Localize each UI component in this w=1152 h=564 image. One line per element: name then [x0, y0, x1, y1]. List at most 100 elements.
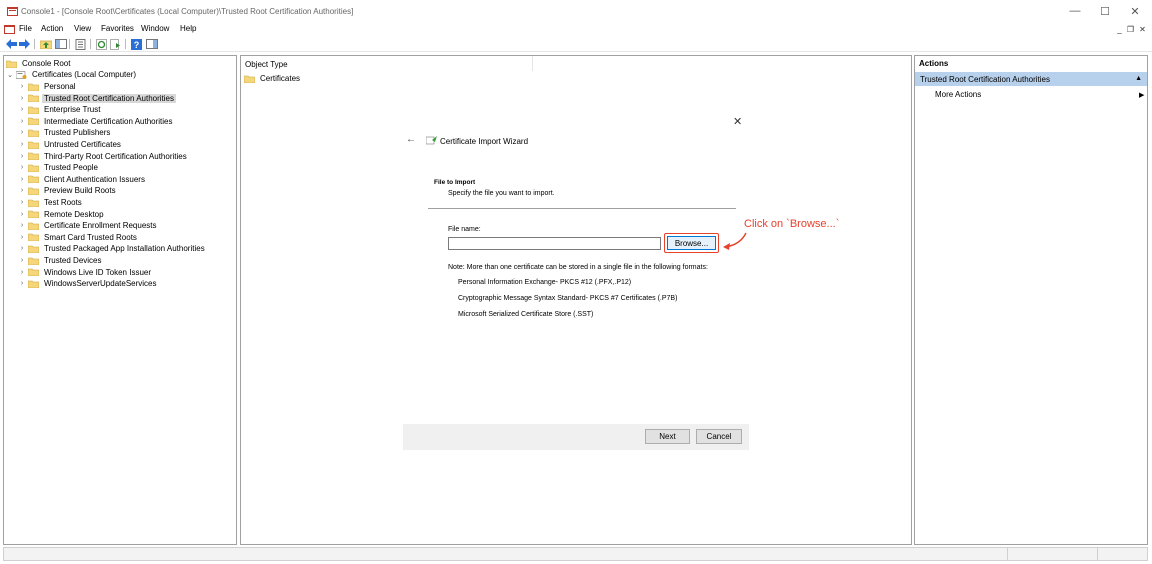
- menu-view[interactable]: View: [74, 24, 91, 33]
- properties-icon[interactable]: [74, 38, 87, 50]
- toolbar: ?: [0, 36, 1152, 52]
- chevron-right-icon[interactable]: ›: [18, 106, 26, 113]
- folder-icon: [28, 175, 39, 184]
- tree-item-smart-card-trusted-roots[interactable]: › Smart Card Trusted Roots: [18, 232, 139, 243]
- folder-icon: [28, 268, 39, 277]
- menu-window[interactable]: Window: [141, 24, 169, 33]
- chevron-right-icon[interactable]: ›: [18, 153, 26, 160]
- chevron-right-icon[interactable]: ›: [18, 280, 26, 287]
- toolbar-separator: [69, 39, 70, 49]
- actions-header: Actions: [919, 59, 949, 68]
- wizard-divider: [428, 208, 736, 209]
- tree-item-trusted-devices[interactable]: › Trusted Devices: [18, 255, 104, 266]
- list-item[interactable]: Certificates: [244, 73, 302, 84]
- tree-item-trusted-root-certification-authorities[interactable]: › Trusted Root Certification Authorities: [18, 93, 176, 104]
- tree-item-trusted-publishers[interactable]: › Trusted Publishers: [18, 127, 112, 138]
- tree-item-client-authentication-issuers[interactable]: › Client Authentication Issuers: [18, 174, 147, 185]
- menu-action[interactable]: Action: [41, 24, 63, 33]
- folder-icon: [28, 245, 39, 253]
- chevron-right-icon[interactable]: ›: [18, 257, 26, 264]
- tree-item-windowsserverupdateservices[interactable]: › WindowsServerUpdateServices: [18, 278, 159, 289]
- tree-item-remote-desktop[interactable]: › Remote Desktop: [18, 209, 106, 220]
- minimize-button[interactable]: —: [1060, 2, 1090, 20]
- folder-icon: [28, 187, 39, 195]
- chevron-right-icon[interactable]: ›: [18, 164, 26, 171]
- help-icon[interactable]: ?: [130, 38, 143, 50]
- actions-section-trusted-root[interactable]: Trusted Root Certification Authorities ▲: [915, 72, 1147, 86]
- tree-item-label: Client Authentication Issuers: [44, 174, 145, 184]
- tree-item-console-root[interactable]: Console Root: [6, 58, 72, 69]
- toolbar-separator: [125, 39, 126, 49]
- menu-help[interactable]: Help: [180, 24, 196, 33]
- tree-item-label: Intermediate Certification Authorities: [44, 116, 173, 126]
- tree-item-label: Certificates (Local Computer): [32, 70, 137, 79]
- folder-icon: [6, 60, 17, 68]
- tree-item-personal[interactable]: › Personal: [18, 81, 78, 92]
- chevron-right-icon[interactable]: ›: [18, 222, 26, 229]
- up-folder-icon[interactable]: [39, 38, 52, 50]
- tree-item-label: Trusted Root Certification Authorities: [42, 93, 176, 103]
- chevron-right-icon[interactable]: ›: [18, 129, 26, 136]
- menu-favorites[interactable]: Favorites: [101, 24, 134, 33]
- chevron-right-icon[interactable]: ›: [18, 118, 26, 125]
- file-name-input[interactable]: [448, 237, 661, 250]
- tree-item-label: Test Roots: [44, 198, 82, 207]
- tree-item-label: Enterprise Trust: [44, 105, 101, 115]
- mdi-close-button[interactable]: ✕: [1138, 24, 1147, 34]
- close-button[interactable]: ✕: [1120, 2, 1150, 20]
- refresh-icon[interactable]: [95, 38, 108, 50]
- tree-item-label: Personal: [44, 82, 76, 91]
- folder-icon: [28, 106, 39, 114]
- collapse-arrow-icon[interactable]: ▲: [1135, 75, 1142, 82]
- chevron-right-icon[interactable]: ›: [18, 199, 26, 206]
- forward-arrow-icon[interactable]: [18, 38, 31, 50]
- back-arrow-icon[interactable]: [5, 38, 18, 50]
- chevron-right-icon[interactable]: ›: [18, 245, 26, 252]
- export-list-icon[interactable]: [109, 38, 122, 50]
- mdi-minimize-button[interactable]: _: [1115, 24, 1124, 34]
- title-bar: Console1 - [Console Root\Certificates (L…: [0, 0, 1152, 22]
- maximize-button[interactable]: ☐: [1090, 2, 1120, 20]
- mdi-restore-button[interactable]: ❐: [1126, 24, 1135, 34]
- tree-item-test-roots[interactable]: › Test Roots: [18, 197, 84, 208]
- chevron-right-icon[interactable]: ›: [18, 95, 26, 102]
- wizard-section-subtitle: Specify the file you want to import.: [448, 190, 555, 197]
- tree-item-windows-live-id-token-issuer[interactable]: › Windows Live ID Token Issuer: [18, 267, 153, 278]
- chevron-right-icon[interactable]: ›: [18, 83, 26, 90]
- tree-item-trusted-people[interactable]: › Trusted People: [18, 162, 100, 173]
- submenu-arrow-icon[interactable]: ▶: [1139, 91, 1144, 99]
- tree-item-label: Smart Card Trusted Roots: [44, 232, 137, 242]
- show-hide-tree-icon[interactable]: [54, 38, 67, 50]
- tree-item-untrusted-certificates[interactable]: › Untrusted Certificates: [18, 139, 123, 150]
- show-hide-action-pane-icon[interactable]: [145, 38, 158, 50]
- tree-item-preview-build-roots[interactable]: › Preview Build Roots: [18, 185, 118, 196]
- wizard-back-arrow-icon[interactable]: ←: [406, 134, 416, 145]
- chevron-right-icon[interactable]: ›: [18, 211, 26, 218]
- console-document-icon: [4, 25, 15, 34]
- tree-item-label: Third-Party Root Certification Authoriti…: [44, 151, 187, 161]
- menu-file[interactable]: File: [19, 24, 32, 33]
- chevron-right-icon[interactable]: ›: [18, 176, 26, 183]
- next-button[interactable]: Next: [645, 429, 690, 444]
- menu-bar: File Action View Favorites Window Help _…: [0, 22, 1152, 36]
- tree-item-certificate-enrollment-requests[interactable]: › Certificate Enrollment Requests: [18, 220, 159, 231]
- tree-item-intermediate-certification-authorities[interactable]: › Intermediate Certification Authorities: [18, 116, 175, 127]
- chevron-right-icon[interactable]: ›: [18, 234, 26, 241]
- tree-item-third-party-root-certification-authorities[interactable]: › Third-Party Root Certification Authorit…: [18, 151, 189, 162]
- tree-item-enterprise-trust[interactable]: › Enterprise Trust: [18, 104, 102, 115]
- column-header-object-type[interactable]: Object Type: [241, 56, 533, 71]
- cancel-button[interactable]: Cancel: [696, 429, 742, 444]
- chevron-down-icon[interactable]: ⌄: [6, 71, 14, 79]
- chevron-right-icon[interactable]: ›: [18, 187, 26, 194]
- folder-icon: [28, 141, 39, 149]
- chevron-right-icon[interactable]: ›: [18, 141, 26, 148]
- wizard-close-icon[interactable]: ✕: [733, 115, 742, 128]
- tree-item-trusted-packaged-app-installation-authorities[interactable]: › Trusted Packaged App Installation Autho…: [18, 243, 207, 254]
- tree-item-certificates-local-computer[interactable]: ⌄ Certificates (Local Computer): [6, 69, 138, 80]
- folder-icon: [28, 94, 39, 103]
- folder-icon: [28, 280, 39, 288]
- tree-item-label: Trusted Packaged App Installation Author…: [44, 244, 205, 254]
- more-actions-item[interactable]: More Actions: [935, 90, 981, 99]
- chevron-right-icon[interactable]: ›: [18, 269, 26, 276]
- status-bar: [3, 547, 1148, 561]
